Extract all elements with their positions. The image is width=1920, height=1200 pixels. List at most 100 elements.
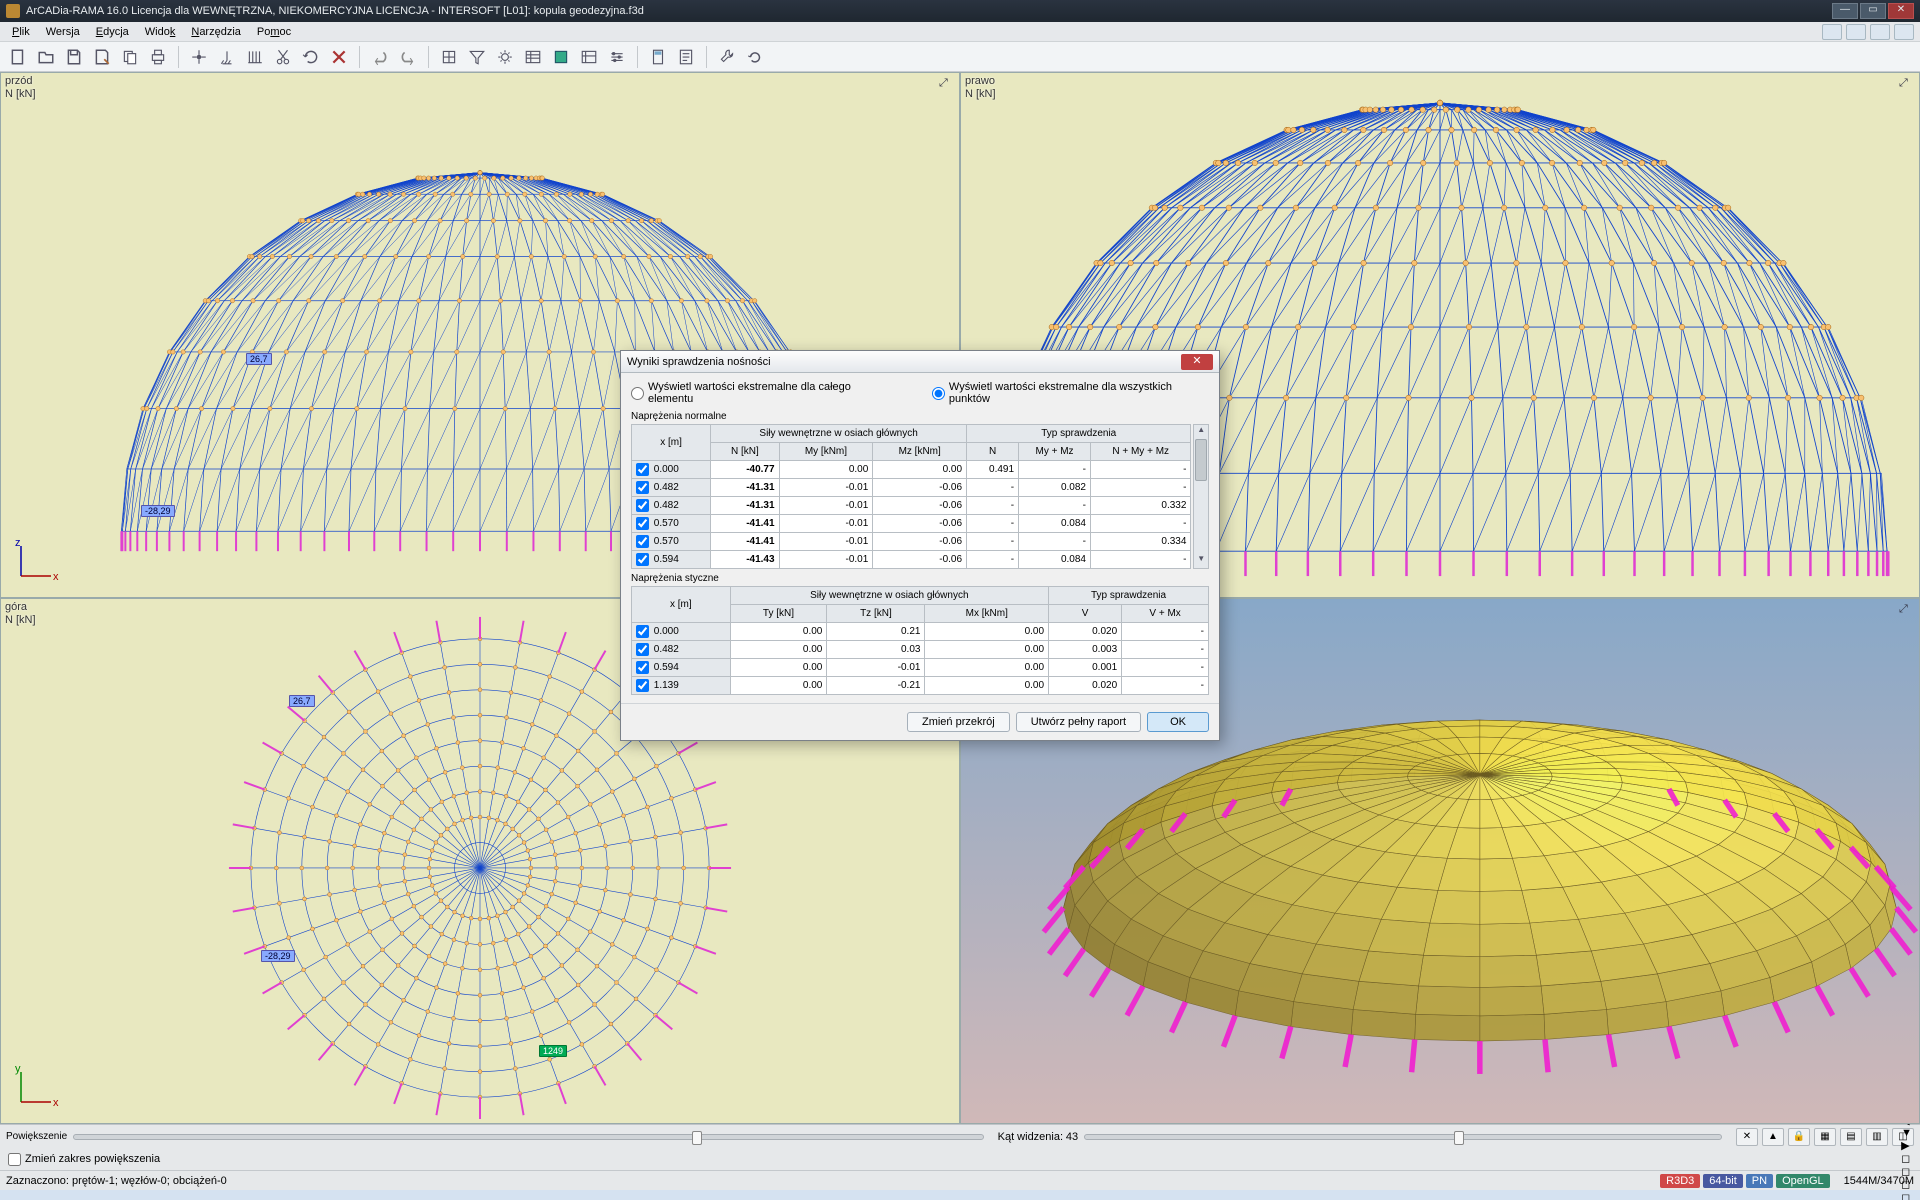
range-label: Zmień zakres powiększenia xyxy=(25,1153,160,1165)
zoom-label: Powiększenie xyxy=(6,1131,67,1142)
view-toggle-4[interactable] xyxy=(1894,24,1914,40)
view-toggle-2[interactable] xyxy=(1846,24,1866,40)
toolbar xyxy=(0,42,1920,72)
open-file-icon[interactable] xyxy=(34,45,58,69)
svg-text:x: x xyxy=(53,1097,59,1109)
menu-plik[interactable]: Plik xyxy=(4,24,38,40)
view-toggle-3[interactable] xyxy=(1870,24,1890,40)
rotate-icon[interactable] xyxy=(299,45,323,69)
settings-icon[interactable] xyxy=(605,45,629,69)
view-toggle-1[interactable] xyxy=(1822,24,1842,40)
expand-icon[interactable]: ⤢ xyxy=(939,77,953,91)
table-normal: x [m]Siły wewnętrzne w osiach głównychTy… xyxy=(631,424,1191,569)
undo-icon[interactable] xyxy=(368,45,392,69)
table-scrollbar[interactable]: ▲ ▼ xyxy=(1193,424,1209,569)
grid-icon[interactable] xyxy=(437,45,461,69)
scroll-up-icon[interactable]: ▲ xyxy=(1194,425,1208,439)
maximize-button[interactable]: ▭ xyxy=(1860,3,1886,19)
results-dialog: Wyniki sprawdzenia nośności ✕ Wyświetl w… xyxy=(620,350,1220,741)
window-title: ArCADia-RAMA 16.0 Licencja dla WEWNĘTRZN… xyxy=(26,5,644,17)
view3d-icon[interactable] xyxy=(549,45,573,69)
change-section-button[interactable]: Zmień przekrój xyxy=(907,712,1010,732)
nav-grid3-icon[interactable]: ▥ xyxy=(1866,1128,1888,1146)
row-checkbox[interactable]: 0.594 xyxy=(632,551,711,569)
section-normal: Naprężenia normalne xyxy=(631,411,1209,422)
node-icon[interactable] xyxy=(187,45,211,69)
zoom-slider[interactable] xyxy=(73,1134,983,1140)
expand-icon[interactable]: ⤢ xyxy=(1899,77,1913,91)
full-report-button[interactable]: Utwórz pełny raport xyxy=(1016,712,1141,732)
cut-icon[interactable] xyxy=(271,45,295,69)
menubar: Plik Wersja Edycja Widok Narzędzia Pomoc xyxy=(0,22,1920,42)
menu-wersja[interactable]: Wersja xyxy=(38,24,88,40)
value-tag: 26,7 xyxy=(246,353,272,365)
status-selection: Zaznaczono: prętów-1; węzłów-0; obciążeń… xyxy=(6,1175,227,1187)
row-checkbox[interactable]: 1.139 xyxy=(632,677,731,695)
nav-btn-d[interactable]: ◻ xyxy=(1901,1191,1912,1200)
svg-text:z: z xyxy=(15,537,21,549)
data-icon[interactable] xyxy=(577,45,601,69)
support-icon[interactable] xyxy=(215,45,239,69)
menu-pomoc[interactable]: Pomoc xyxy=(249,24,299,40)
radio-whole-element[interactable]: Wyświetl wartości ekstremalne dla całego… xyxy=(631,381,893,405)
menu-narzedzia[interactable]: Narzędzia xyxy=(183,24,249,40)
new-file-icon[interactable] xyxy=(6,45,30,69)
value-tag: 26,7 xyxy=(289,695,315,707)
range-checkbox[interactable] xyxy=(8,1153,21,1166)
save-as-icon[interactable] xyxy=(90,45,114,69)
table-shear: x [m]Siły wewnętrzne w osiach głównychTy… xyxy=(631,586,1209,695)
copy-icon[interactable] xyxy=(118,45,142,69)
nav-close-icon[interactable]: ✕ xyxy=(1736,1128,1758,1146)
value-tag: -28,29 xyxy=(141,505,175,517)
pane-bl-title: góra xyxy=(5,601,27,613)
status-opengl: OpenGL xyxy=(1776,1174,1830,1188)
gear-icon[interactable] xyxy=(493,45,517,69)
angle-slider[interactable] xyxy=(1084,1134,1722,1140)
status-memory: 1544M/3470M xyxy=(1844,1175,1914,1187)
nav-grid1-icon[interactable]: ▦ xyxy=(1814,1128,1836,1146)
load-icon[interactable] xyxy=(243,45,267,69)
calc-icon[interactable] xyxy=(646,45,670,69)
redo-icon[interactable] xyxy=(396,45,420,69)
menu-edycja[interactable]: Edycja xyxy=(88,24,137,40)
row-checkbox[interactable]: 0.482 xyxy=(632,641,731,659)
nav-up-icon[interactable]: ▲ xyxy=(1762,1128,1784,1146)
pane-fr-unit: N [kN] xyxy=(965,88,996,100)
dialog-title: Wyniki sprawdzenia nośności xyxy=(627,356,771,368)
row-checkbox[interactable]: 0.594 xyxy=(632,659,731,677)
radio-all-points[interactable]: Wyświetl wartości ekstremalne dla wszyst… xyxy=(932,381,1209,405)
nav-btn-a[interactable]: ◻ xyxy=(1901,1152,1912,1165)
titlebar: ArCADia-RAMA 16.0 Licencja dla WEWNĘTRZN… xyxy=(0,0,1920,22)
ok-button[interactable]: OK xyxy=(1147,712,1209,732)
print-icon[interactable] xyxy=(146,45,170,69)
menu-widok[interactable]: Widok xyxy=(137,24,184,40)
nav-lock-icon[interactable]: 🔒 xyxy=(1788,1128,1810,1146)
refresh-icon[interactable] xyxy=(743,45,767,69)
close-button[interactable]: ✕ xyxy=(1888,3,1914,19)
row-checkbox[interactable]: 0.570 xyxy=(632,533,711,551)
statusbar: Zaznaczono: prętów-1; węzłów-0; obciążeń… xyxy=(0,1170,1920,1190)
axis-indicator: yx xyxy=(11,1062,61,1115)
pane-fl-unit: N [kN] xyxy=(5,88,36,100)
nav-down-icon[interactable]: ▼ xyxy=(1901,1127,1912,1139)
value-tag: 1249 xyxy=(539,1045,567,1057)
report-icon[interactable] xyxy=(674,45,698,69)
scroll-thumb[interactable] xyxy=(1195,439,1207,481)
table-icon[interactable] xyxy=(521,45,545,69)
minimize-button[interactable]: — xyxy=(1832,3,1858,19)
delete-icon[interactable] xyxy=(327,45,351,69)
row-checkbox[interactable]: 0.482 xyxy=(632,479,711,497)
nav-right-icon[interactable]: ▶ xyxy=(1901,1139,1912,1152)
pane-fr-title: prawo xyxy=(965,75,995,87)
expand-icon[interactable]: ⤢ xyxy=(1899,603,1913,617)
row-checkbox[interactable]: 0.000 xyxy=(632,461,711,479)
nav-grid2-icon[interactable]: ▤ xyxy=(1840,1128,1862,1146)
dialog-close-icon[interactable]: ✕ xyxy=(1181,354,1213,370)
wrench-icon[interactable] xyxy=(715,45,739,69)
save-icon[interactable] xyxy=(62,45,86,69)
filter-icon[interactable] xyxy=(465,45,489,69)
row-checkbox[interactable]: 0.000 xyxy=(632,623,731,641)
row-checkbox[interactable]: 0.482 xyxy=(632,497,711,515)
scroll-down-icon[interactable]: ▼ xyxy=(1194,554,1208,568)
row-checkbox[interactable]: 0.570 xyxy=(632,515,711,533)
